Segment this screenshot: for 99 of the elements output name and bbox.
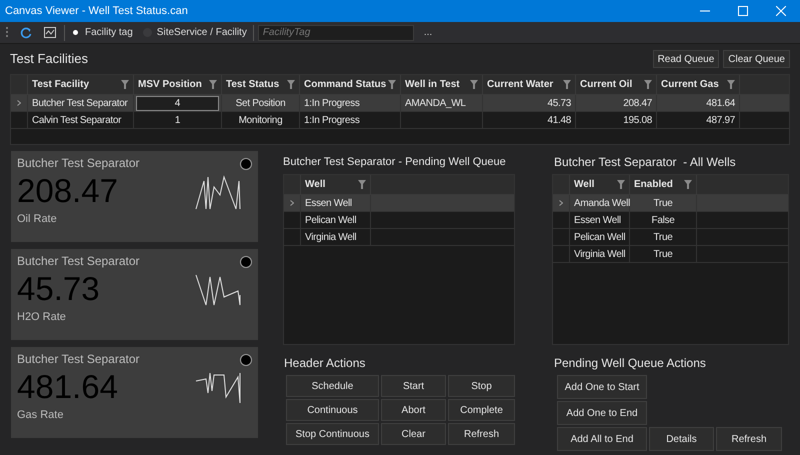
radio-option[interactable]: SiteService / Facility xyxy=(142,25,247,40)
window-title: Canvas Viewer - Well Test Status.can xyxy=(5,4,188,19)
action-button[interactable]: Add All to End xyxy=(557,427,647,451)
action-button[interactable]: Stop xyxy=(448,375,515,397)
column-header[interactable]: Current Oil xyxy=(580,77,632,92)
table-cell-text: Pelican Well xyxy=(305,214,356,228)
table-cell-text: 1:In Progress xyxy=(304,114,360,128)
table-cell-text: Butcher Test Separator xyxy=(32,96,128,110)
table-row[interactable]: Essen Well xyxy=(284,195,514,212)
action-button[interactable]: Schedule xyxy=(286,375,379,397)
action-button[interactable]: Complete xyxy=(448,399,515,421)
card-title: Butcher Test Separator xyxy=(17,156,140,170)
filter-icon[interactable] xyxy=(617,180,625,189)
card-title: Butcher Test Separator xyxy=(17,352,140,366)
close-icon[interactable] xyxy=(776,6,786,16)
column-header[interactable]: Test Facility xyxy=(32,77,90,92)
column-header[interactable]: Well in Test xyxy=(405,77,460,92)
filter-icon[interactable] xyxy=(358,180,366,189)
column-header[interactable]: Well xyxy=(574,177,594,192)
chevron-icon xyxy=(17,100,21,106)
table-row[interactable]: Amanda Well True xyxy=(553,195,788,212)
table-row[interactable]: Pelican Well xyxy=(284,212,514,229)
table-cell-text: Monitoring xyxy=(238,114,282,128)
table-cell-text: Pelican Well xyxy=(574,230,626,244)
action-button[interactable]: Continuous xyxy=(286,399,379,421)
rate-label: Oil Rate xyxy=(17,212,57,226)
table-cell-text: 208.47 xyxy=(623,96,652,110)
rate-value: 45.73 xyxy=(17,270,100,308)
section-title: Pending Well Queue Actions xyxy=(554,355,707,372)
filter-icon[interactable] xyxy=(209,80,217,89)
column-header[interactable]: Current Water xyxy=(487,77,554,92)
table-cell-text: AMANDA_WL xyxy=(405,96,466,110)
column-header[interactable]: Well xyxy=(305,177,326,192)
table-cell-text: 1:In Progress xyxy=(304,96,360,110)
action-button[interactable]: Add One to End xyxy=(557,401,647,425)
filter-icon[interactable] xyxy=(727,80,735,89)
action-button[interactable]: Clear xyxy=(381,423,446,445)
chart-icon[interactable] xyxy=(44,27,56,38)
table-cell-text: True xyxy=(654,196,672,210)
maximize-icon[interactable] xyxy=(738,6,748,16)
column-header[interactable]: Enabled xyxy=(634,177,673,192)
action-button[interactable]: Details xyxy=(649,427,714,451)
action-button[interactable]: Stop Continuous xyxy=(286,423,379,445)
table-cell-text: True xyxy=(654,230,672,244)
table-cell-text: 1 xyxy=(174,114,180,128)
refresh-icon[interactable] xyxy=(20,26,32,38)
column-header[interactable]: Test Status xyxy=(226,77,280,92)
section-title: Test Facilities xyxy=(10,50,88,68)
filter-icon[interactable] xyxy=(388,80,396,89)
table-cell-text: 195.08 xyxy=(623,114,652,128)
section-title: Butcher Test Separator - Pending Well Queue xyxy=(283,155,506,170)
action-button[interactable]: Abort xyxy=(381,399,446,421)
search-field[interactable]: FacilityTag xyxy=(258,24,414,40)
card-title: Butcher Test Separator xyxy=(17,254,140,268)
filter-icon[interactable] xyxy=(287,80,295,89)
rate-label: Gas Rate xyxy=(17,408,64,422)
table-row[interactable]: Calvin Test Separator 1 Monitoring 1:In Progress 41.48 195.08 487.97 xyxy=(11,112,789,129)
filter-icon[interactable] xyxy=(563,80,571,89)
table-row[interactable]: Essen Well False xyxy=(553,212,788,229)
rate-value: 208.47 xyxy=(17,172,118,210)
table-cell: 4 xyxy=(136,96,219,110)
browse-button[interactable]: ... xyxy=(420,25,436,40)
table-cell-text: Amanda Well xyxy=(574,196,630,210)
action-button[interactable]: Add One to Start xyxy=(557,375,647,399)
section-title: Header Actions xyxy=(284,355,366,372)
rate-value: 481.64 xyxy=(17,368,118,406)
table-cell-text: 481.64 xyxy=(706,96,735,110)
table-cell-text: Essen Well xyxy=(305,196,352,210)
table-row[interactable]: Virginia Well xyxy=(284,229,514,246)
action-button[interactable]: Refresh xyxy=(448,423,515,445)
column-header[interactable]: Command Status xyxy=(304,77,386,92)
section-title: Butcher Test Separator - All Wells xyxy=(554,154,737,171)
table-cell-text: Set Position xyxy=(236,96,286,110)
action-button[interactable]: Refresh xyxy=(716,427,782,451)
table-cell-text: Virginia Well xyxy=(574,248,626,262)
queue-button[interactable]: Read Queue xyxy=(652,50,720,68)
column-header[interactable]: MSV Position xyxy=(138,77,202,92)
table-cell-text: True xyxy=(654,248,672,262)
chevron-icon xyxy=(290,200,294,206)
filter-icon[interactable] xyxy=(470,80,478,89)
table-cell-text: False xyxy=(652,214,674,228)
queue-button[interactable]: Clear Queue xyxy=(723,50,790,68)
chevron-icon xyxy=(559,200,563,206)
filter-icon[interactable] xyxy=(121,80,129,89)
table-cell-text: 41.48 xyxy=(547,114,571,128)
filter-icon[interactable] xyxy=(644,80,652,89)
rate-label: H2O Rate xyxy=(17,310,66,324)
table-row[interactable]: Butcher Test Separator 4 Set Position 1:In Progress AMANDA_WL 45.73 208.47 481.64 xyxy=(11,95,789,112)
radio-option[interactable]: Facility tag xyxy=(71,25,133,40)
table-cell-text: Calvin Test Separator xyxy=(32,114,122,128)
action-button[interactable]: Start xyxy=(381,375,446,397)
table-cell-text: Essen Well xyxy=(574,214,621,228)
column-header[interactable]: Current Gas xyxy=(661,77,719,92)
table-row[interactable]: Virginia Well True xyxy=(553,246,788,263)
table-cell-text: 45.73 xyxy=(547,96,571,110)
filter-icon[interactable] xyxy=(684,180,692,189)
table-cell-text: Virginia Well xyxy=(305,230,356,244)
table-cell-text: 487.97 xyxy=(706,114,735,128)
table-row[interactable]: Pelican Well True xyxy=(553,229,788,246)
